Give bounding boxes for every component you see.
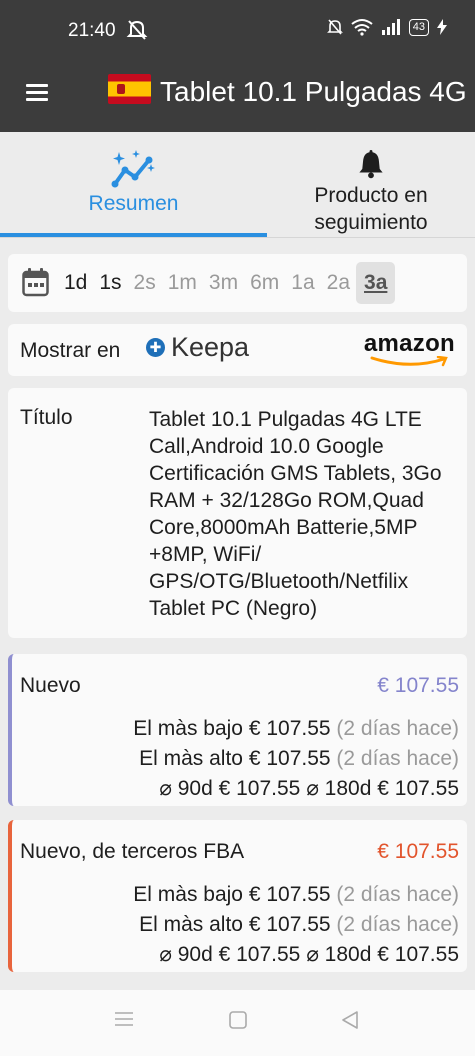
avg90-label: ⌀ 90d bbox=[159, 777, 213, 800]
range-1a[interactable]: 1a bbox=[285, 271, 320, 295]
highest-price: € 107.55 bbox=[248, 913, 331, 936]
lowest-label: El màs bajo bbox=[133, 717, 243, 740]
show-in-card: Mostrar en ✚ Keepa amazon bbox=[8, 324, 467, 376]
tab-seguimiento-label-line2: seguimiento bbox=[314, 211, 428, 234]
trend-icon bbox=[111, 150, 155, 188]
average-price-row: ⌀ 90d € 107.55 ⌀ 180d € 107.55 bbox=[133, 774, 459, 804]
lowest-price-row: El màs bajo € 107.55 (2 días hace) bbox=[133, 880, 459, 910]
range-3m[interactable]: 3m bbox=[203, 271, 244, 295]
status-icons: 43 bbox=[326, 18, 447, 36]
product-title: Tablet 10.1 Pulgadas 4G LTE Call,Android… bbox=[149, 408, 442, 620]
tab-seguimiento-label: Producto en seguimiento bbox=[314, 182, 427, 236]
highest-price: € 107.55 bbox=[248, 747, 331, 770]
tab-bar: Resumen Producto en seguimiento bbox=[0, 132, 475, 238]
tab-resumen-label: Resumen bbox=[88, 192, 179, 215]
current-price: € 107.55 bbox=[377, 840, 459, 863]
avg90-price: € 107.55 bbox=[218, 943, 301, 966]
highest-label: El màs alto bbox=[139, 913, 243, 936]
tab-seguimiento-label-line1: Producto en bbox=[314, 184, 428, 207]
price-type-label: Nuevo bbox=[20, 674, 81, 697]
amazon-link[interactable]: amazon bbox=[363, 330, 455, 367]
app-bar: Tablet 10.1 Pulgadas 4G LTE Call,Android… bbox=[0, 60, 475, 132]
lowest-when: (2 días hace) bbox=[336, 717, 459, 740]
status-time: 21:40 bbox=[68, 20, 116, 41]
price-stats: El màs bajo € 107.55 (2 días hace) El mà… bbox=[133, 880, 459, 970]
highest-label: El màs alto bbox=[139, 747, 243, 770]
highest-when: (2 días hace) bbox=[336, 747, 459, 770]
tab-producto-en-seguimiento[interactable]: Producto en seguimiento bbox=[267, 132, 475, 236]
range-2s[interactable]: 2s bbox=[128, 271, 162, 295]
avg180-label: ⌀ 180d bbox=[306, 777, 372, 800]
range-6m[interactable]: 6m bbox=[244, 271, 285, 295]
spain-flag-icon bbox=[108, 74, 151, 104]
charging-icon bbox=[437, 19, 447, 35]
range-1m[interactable]: 1m bbox=[162, 271, 203, 295]
range-selector: 1d 1s 2s 1m 3m 6m 1a 2a 3a bbox=[8, 254, 467, 312]
wifi-icon bbox=[351, 19, 373, 36]
lowest-price: € 107.55 bbox=[248, 717, 331, 740]
lowest-when: (2 días hace) bbox=[336, 883, 459, 906]
bell-icon bbox=[359, 150, 383, 179]
signal-icon bbox=[381, 19, 400, 35]
highest-price-row: El màs alto € 107.55 (2 días hace) bbox=[133, 910, 459, 940]
system-nav-bar bbox=[0, 990, 475, 1056]
avg180-price: € 107.55 bbox=[377, 777, 459, 800]
lowest-price: € 107.55 bbox=[248, 883, 331, 906]
avg90-price: € 107.55 bbox=[218, 777, 301, 800]
amazon-logo: amazon bbox=[363, 330, 455, 357]
status-bar: 21:40 43 bbox=[0, 0, 475, 60]
calendar-icon[interactable] bbox=[22, 268, 49, 297]
title-card: Título Tablet 10.1 Pulgadas 4G LTE Call,… bbox=[8, 388, 467, 638]
avg180-price: € 107.55 bbox=[377, 943, 459, 966]
range-1s[interactable]: 1s bbox=[93, 271, 127, 295]
show-in-label: Mostrar en bbox=[20, 339, 121, 362]
mute-icon bbox=[126, 20, 148, 40]
range-2a[interactable]: 2a bbox=[321, 271, 356, 295]
highest-price-row: El màs alto € 107.55 (2 días hace) bbox=[133, 744, 459, 774]
range-options: 1d 1s 2s 1m 3m 6m 1a 2a 3a bbox=[58, 254, 396, 312]
range-1d[interactable]: 1d bbox=[58, 271, 93, 295]
alarm-icon bbox=[326, 19, 343, 35]
page-title: Tablet 10.1 Pulgadas 4G LTE Call,Android… bbox=[160, 76, 475, 107]
keepa-logo-icon: ✚ bbox=[146, 338, 165, 357]
range-3a[interactable]: 3a bbox=[356, 262, 396, 304]
lowest-price-row: El màs bajo € 107.55 (2 días hace) bbox=[133, 714, 459, 744]
amazon-smile-icon bbox=[370, 356, 448, 367]
title-label: Título bbox=[20, 406, 73, 429]
average-price-row: ⌀ 90d € 107.55 ⌀ 180d € 107.55 bbox=[133, 940, 459, 970]
price-type-label: Nuevo, de terceros FBA bbox=[20, 840, 245, 863]
keepa-link[interactable]: ✚ Keepa bbox=[146, 332, 249, 363]
highest-when: (2 días hace) bbox=[336, 913, 459, 936]
battery-icon: 43 bbox=[408, 18, 429, 36]
nav-recents-icon[interactable] bbox=[114, 1010, 134, 1028]
price-stats: El màs bajo € 107.55 (2 días hace) El mà… bbox=[133, 714, 459, 804]
nav-home-icon[interactable] bbox=[228, 1010, 248, 1030]
tab-active-indicator bbox=[0, 233, 267, 237]
keepa-label: Keepa bbox=[171, 332, 250, 362]
nav-back-icon[interactable] bbox=[340, 1010, 360, 1030]
current-price: € 107.55 bbox=[377, 674, 459, 697]
avg90-label: ⌀ 90d bbox=[159, 943, 213, 966]
menu-icon[interactable] bbox=[26, 80, 56, 110]
price-card-fba[interactable]: Nuevo, de terceros FBA € 107.55 El màs b… bbox=[8, 820, 467, 972]
price-card-nuevo[interactable]: Nuevo € 107.55 El màs bajo € 107.55 (2 d… bbox=[8, 654, 467, 806]
lowest-label: El màs bajo bbox=[133, 883, 243, 906]
tab-resumen[interactable]: Resumen bbox=[0, 132, 267, 236]
avg180-label: ⌀ 180d bbox=[306, 943, 372, 966]
